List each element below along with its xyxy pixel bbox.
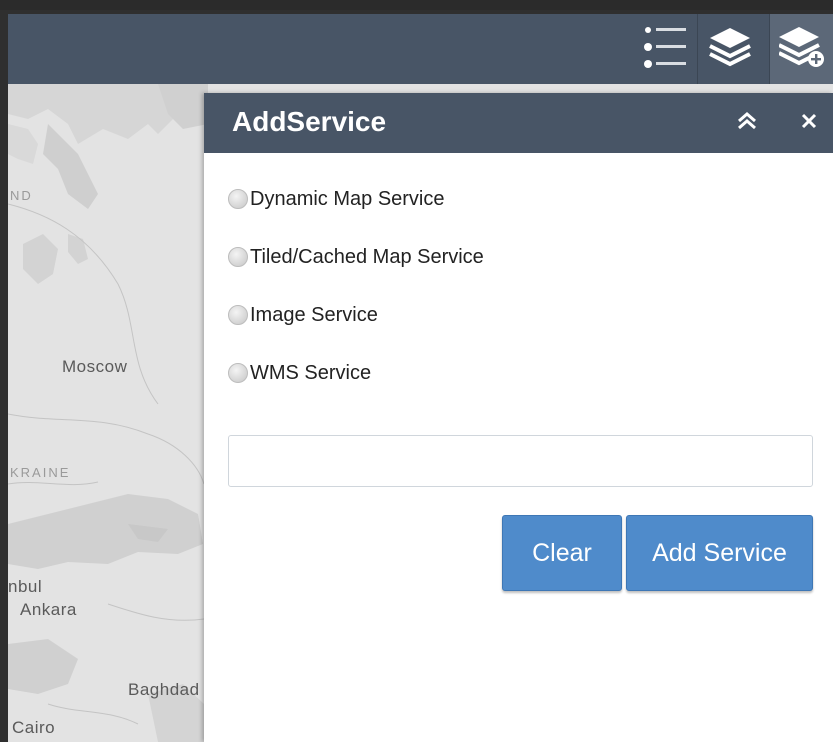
map-label: ND [10, 188, 33, 203]
radio-label: WMS Service [250, 361, 372, 384]
radio-image-service[interactable]: Image Service [228, 300, 378, 330]
add-layer-icon [778, 25, 825, 74]
map-label: Ankara [20, 600, 77, 619]
panel-header: AddService [204, 93, 833, 153]
close-button[interactable] [794, 108, 824, 138]
radio-label: Tiled/Cached Map Service [250, 245, 484, 268]
map-label: nbul [8, 577, 43, 596]
radio-button[interactable] [228, 305, 248, 325]
add-service-button[interactable]: Add Service [626, 515, 813, 591]
layers-icon [708, 26, 752, 73]
radio-tiled-cached-map-service[interactable]: Tiled/Cached Map Service [228, 242, 484, 272]
service-url-input[interactable] [228, 435, 813, 487]
map-label: Baghdad [128, 680, 200, 699]
map-label: Moscow [62, 357, 128, 376]
map-label: Cairo [12, 718, 56, 737]
layer-list-button[interactable] [697, 14, 762, 84]
radio-button[interactable] [228, 189, 248, 209]
add-service-panel: AddService Dynamic Map Service Tiled/Cac… [204, 93, 833, 742]
legend-list-icon [642, 25, 688, 74]
collapse-button[interactable] [732, 108, 762, 138]
app-window: ND Moscow KRAINE nbul Ankara Baghdad Cai… [0, 0, 833, 742]
clear-button[interactable]: Clear [502, 515, 622, 591]
radio-button[interactable] [228, 247, 248, 267]
radio-wms-service[interactable]: WMS Service [228, 358, 371, 388]
panel-title: AddService [232, 106, 387, 137]
close-icon [800, 112, 818, 135]
radio-label: Dynamic Map Service [250, 187, 445, 210]
radio-button[interactable] [228, 363, 248, 383]
add-service-tool-button[interactable] [769, 14, 833, 84]
top-strip [0, 0, 833, 10]
radio-dynamic-map-service[interactable]: Dynamic Map Service [228, 184, 445, 214]
map-label: KRAINE [10, 465, 71, 480]
double-chevron-up-icon [736, 111, 758, 136]
legend-button[interactable] [633, 14, 697, 84]
radio-label: Image Service [250, 303, 378, 326]
